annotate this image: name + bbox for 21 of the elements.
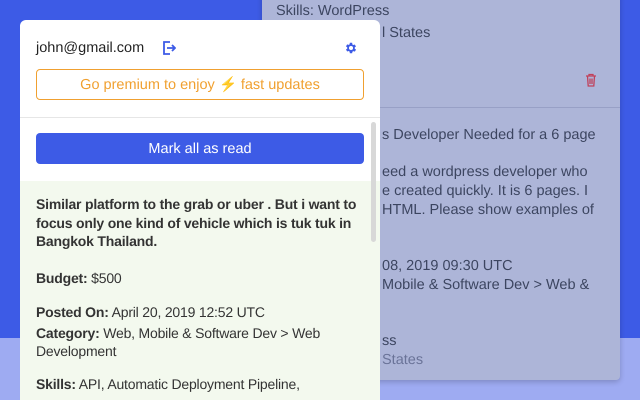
job-text: eed a wordpress developer who xyxy=(382,163,589,182)
trash-icon[interactable] xyxy=(585,73,597,87)
scrollbar[interactable] xyxy=(371,122,376,242)
job-detail: Budget: $500 xyxy=(36,268,123,287)
job-detail: Category: Web, Mobile & Software Dev > Web Development xyxy=(36,324,322,360)
mark-all-read-button[interactable]: Mark all as read xyxy=(36,133,364,164)
job-detail: Skills: API, Automatic Deployment Pipeline, xyxy=(36,374,301,393)
job-text: l States xyxy=(382,24,432,43)
job-text: States xyxy=(382,351,424,370)
job-text: ss xyxy=(382,332,398,351)
job-text: Mobile & Software Dev > Web & xyxy=(382,276,590,295)
job-text: e created quickly. It is 6 pages. I xyxy=(382,182,590,201)
job-text: HTML. Please show examples of xyxy=(382,201,595,220)
job-text: Skills: WordPress xyxy=(276,2,390,21)
logout-icon[interactable] xyxy=(162,41,176,55)
user-email: john@gmail.com xyxy=(36,40,144,56)
job-description: Similar platform to the grab or uber . But i want to focus only one kind of vehicle which is tuk tuk in Bangkok Thailand. xyxy=(36,195,358,250)
job-detail: Posted On: April 20, 2019 12:52 UTC xyxy=(36,303,266,322)
settings-icon[interactable] xyxy=(344,41,358,55)
job-text: s Developer Needed for a 6 page xyxy=(382,126,597,145)
job-text: 08, 2019 09:30 UTC xyxy=(382,257,514,276)
